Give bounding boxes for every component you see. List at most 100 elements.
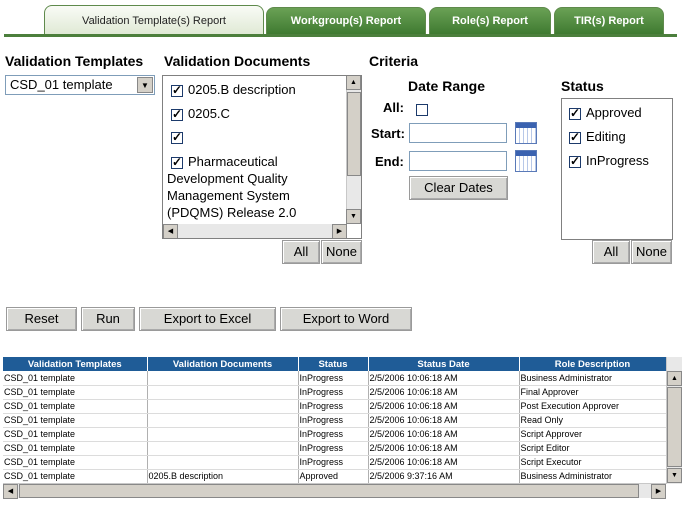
scroll-left-icon[interactable]: ◀ — [163, 224, 178, 238]
run-button[interactable]: Run — [81, 307, 135, 331]
table-cell — [147, 455, 299, 470]
tab-underline — [4, 34, 677, 37]
checkbox[interactable] — [569, 130, 581, 144]
validation-template-select[interactable]: CSD_01 template ▼ — [5, 75, 155, 95]
table-cell: InProgress — [298, 441, 369, 456]
table-cell: Business Administrator — [519, 469, 667, 484]
scroll-thumb[interactable] — [19, 484, 639, 498]
horizontal-scrollbar[interactable]: ◀ ▶ — [163, 224, 347, 238]
calendar-icon[interactable] — [515, 122, 537, 144]
table-row[interactable]: CSD_01 template 0205.B description Approve… — [3, 469, 667, 484]
table-row[interactable]: CSD_01 template InProgress 2/5/2006 10:06:… — [3, 427, 667, 442]
list-item-label: 0205.C — [188, 106, 230, 121]
table-row[interactable]: CSD_01 template InProgress 2/5/2006 10:06:… — [3, 441, 667, 456]
list-item[interactable]: 0205.B description — [171, 82, 296, 97]
table-cell: 2/5/2006 10:06:18 AM — [368, 399, 520, 414]
start-date-input[interactable] — [409, 123, 507, 143]
vertical-scrollbar[interactable]: ▲ ▼ — [346, 76, 361, 224]
export-excel-button[interactable]: Export to Excel — [139, 307, 276, 331]
table-cell: InProgress — [298, 427, 369, 442]
scroll-up-icon[interactable]: ▲ — [346, 76, 361, 90]
list-item[interactable] — [171, 129, 188, 144]
documents-all-button[interactable]: All — [282, 240, 320, 264]
table-cell: 0205.B description — [147, 469, 299, 484]
calendar-icon[interactable] — [515, 150, 537, 172]
list-item[interactable]: InProgress — [569, 153, 649, 168]
table-cell — [147, 399, 299, 414]
scroll-left-icon[interactable]: ◀ — [3, 484, 18, 499]
table-cell: CSD_01 template — [3, 385, 148, 400]
table-cell: Script Editor — [519, 441, 667, 456]
validation-documents-list[interactable]: 0205.B description 0205.C Pharmaceutical… — [162, 75, 362, 239]
table-cell: Script Executor — [519, 455, 667, 470]
list-item-label: Management System — [167, 188, 290, 203]
list-item-label: (PDQMS) Release 2.0 — [167, 205, 297, 220]
checkbox[interactable] — [171, 155, 183, 169]
list-item[interactable]: Approved — [569, 105, 642, 120]
scroll-right-icon[interactable]: ▶ — [651, 484, 666, 499]
grid-header-row: Validation Templates Validation Document… — [3, 357, 667, 371]
tab-tirs-report[interactable]: TIR(s) Report — [554, 7, 664, 34]
status-all-button[interactable]: All — [592, 240, 630, 264]
end-date-input[interactable] — [409, 151, 507, 171]
list-item-label: Editing — [586, 129, 626, 144]
tab-roles-report[interactable]: Role(s) Report — [429, 7, 551, 34]
clear-dates-button[interactable]: Clear Dates — [409, 176, 508, 200]
table-row[interactable]: CSD_01 template InProgress 2/5/2006 10:06:… — [3, 413, 667, 428]
list-item-label: Development Quality — [167, 171, 288, 186]
column-header[interactable]: Role Description — [519, 357, 667, 371]
column-header[interactable]: Status Date — [368, 357, 520, 371]
grid-vertical-scrollbar[interactable]: ▲ ▼ — [666, 357, 682, 484]
criteria-title: Criteria — [369, 53, 419, 69]
tab-workgroups-report[interactable]: Workgroup(s) Report — [266, 7, 426, 34]
status-title: Status — [561, 78, 604, 94]
scroll-up-icon[interactable]: ▲ — [667, 371, 682, 386]
scroll-thumb[interactable] — [347, 92, 361, 176]
list-item[interactable]: 0205.C — [171, 106, 230, 121]
column-header[interactable]: Validation Templates — [3, 357, 148, 371]
table-row[interactable]: CSD_01 template InProgress 2/5/2006 10:06:… — [3, 385, 667, 400]
scroll-down-icon[interactable]: ▼ — [346, 209, 361, 224]
table-cell: CSD_01 template — [3, 413, 148, 428]
checkbox[interactable] — [171, 107, 183, 121]
tab-validation-templates-report[interactable]: Validation Template(s) Report — [44, 5, 264, 35]
column-header[interactable]: Status — [298, 357, 369, 371]
table-row[interactable]: CSD_01 template InProgress 2/5/2006 10:06:… — [3, 399, 667, 414]
table-cell: Post Execution Approver — [519, 399, 667, 414]
checkbox[interactable] — [569, 154, 581, 168]
status-list[interactable]: Approved Editing InProgress — [561, 98, 673, 240]
validation-templates-title: Validation Templates — [5, 53, 144, 69]
list-item-label: Pharmaceutical — [188, 154, 278, 169]
status-none-button[interactable]: None — [631, 240, 672, 264]
documents-none-button[interactable]: None — [321, 240, 362, 264]
export-word-button[interactable]: Export to Word — [280, 307, 412, 331]
scroll-right-icon[interactable]: ▶ — [332, 224, 347, 238]
checkbox[interactable] — [569, 106, 581, 120]
table-cell: CSD_01 template — [3, 371, 148, 386]
column-header[interactable]: Validation Documents — [147, 357, 299, 371]
table-cell: 2/5/2006 10:06:18 AM — [368, 371, 520, 386]
table-cell: 2/5/2006 10:06:18 AM — [368, 455, 520, 470]
validation-template-selected: CSD_01 template — [10, 77, 113, 92]
all-dates-checkbox[interactable] — [416, 103, 428, 116]
dropdown-arrow-icon[interactable]: ▼ — [137, 77, 153, 93]
table-row[interactable]: CSD_01 template InProgress 2/5/2006 10:06:… — [3, 371, 667, 386]
table-cell: Read Only — [519, 413, 667, 428]
all-dates-label: All: — [383, 100, 404, 115]
table-cell: 2/5/2006 9:37:16 AM — [368, 469, 520, 484]
scroll-thumb[interactable] — [667, 387, 682, 467]
date-range-title: Date Range — [408, 78, 486, 94]
reset-button[interactable]: Reset — [6, 307, 77, 331]
end-date-label: End: — [375, 154, 404, 169]
scroll-down-icon[interactable]: ▼ — [667, 468, 682, 483]
list-item[interactable]: Editing — [569, 129, 626, 144]
table-cell: 2/5/2006 10:06:18 AM — [368, 413, 520, 428]
list-item[interactable]: Pharmaceutical — [171, 154, 278, 169]
table-cell: CSD_01 template — [3, 455, 148, 470]
table-row[interactable]: CSD_01 template InProgress 2/5/2006 10:06:… — [3, 455, 667, 470]
checkbox[interactable] — [171, 83, 183, 97]
checkbox[interactable] — [171, 130, 183, 144]
table-cell: 2/5/2006 10:06:18 AM — [368, 441, 520, 456]
grid-horizontal-scrollbar[interactable]: ◀ ▶ — [3, 483, 666, 499]
table-cell: InProgress — [298, 399, 369, 414]
